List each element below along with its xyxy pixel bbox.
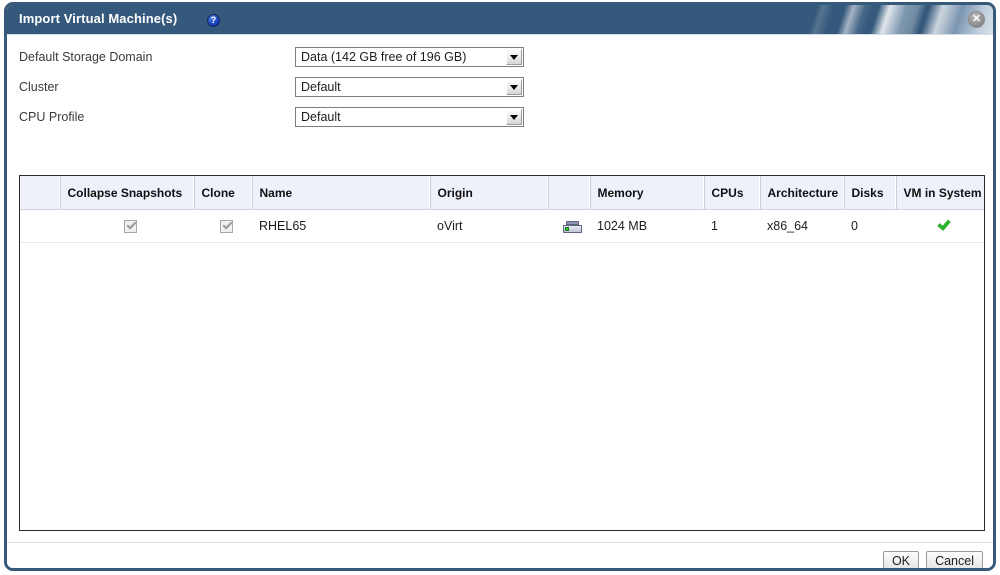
cell-clone[interactable] xyxy=(194,210,252,243)
dialog-titlebar: Import Virtual Machine(s) ? ✕ xyxy=(7,5,993,34)
cell-collapse-snapshots[interactable] xyxy=(60,210,194,243)
chevron-down-icon[interactable] xyxy=(506,79,522,95)
server-icon xyxy=(563,221,582,233)
cell-vm-in-system xyxy=(896,210,984,243)
column-header-architecture[interactable]: Architecture xyxy=(760,176,844,210)
column-header-clone[interactable]: Clone xyxy=(194,176,252,210)
dialog-title: Import Virtual Machine(s) xyxy=(19,11,177,26)
label-cluster: Cluster xyxy=(19,80,59,94)
table-row[interactable]: RHEL65 oVirt 1024 MB 1 x86_64 0 xyxy=(20,210,984,243)
ok-button[interactable]: OK xyxy=(883,551,919,571)
cell-cpus: 1 xyxy=(704,210,760,243)
dialog-footer: OK Cancel xyxy=(7,542,993,571)
label-cpu-profile: CPU Profile xyxy=(19,110,84,124)
column-header-collapse-snapshots[interactable]: Collapse Snapshots xyxy=(60,176,194,210)
column-header-vm-in-system[interactable]: VM in System xyxy=(896,176,984,210)
select-default-storage-domain[interactable]: Data (142 GB free of 196 GB) xyxy=(295,47,524,67)
select-cpu-profile-value: Default xyxy=(301,110,341,124)
vm-table: Collapse Snapshots Clone Name Origin Mem… xyxy=(20,176,984,243)
column-header-memory[interactable]: Memory xyxy=(590,176,704,210)
cell-disks: 0 xyxy=(844,210,896,243)
help-icon[interactable]: ? xyxy=(207,14,220,27)
select-default-storage-domain-value: Data (142 GB free of 196 GB) xyxy=(301,50,466,64)
column-header-disks[interactable]: Disks xyxy=(844,176,896,210)
column-header-name[interactable]: Name xyxy=(252,176,430,210)
cell-origin: oVirt xyxy=(430,210,548,243)
vm-table-header-row: Collapse Snapshots Clone Name Origin Mem… xyxy=(20,176,984,210)
label-default-storage-domain: Default Storage Domain xyxy=(19,50,152,64)
close-icon[interactable]: ✕ xyxy=(968,11,985,28)
field-row-cpu-profile: CPU Profile Default xyxy=(7,107,567,129)
clone-checkbox[interactable] xyxy=(220,220,233,233)
select-cluster-value: Default xyxy=(301,80,341,94)
titlebar-decoration xyxy=(723,5,993,34)
green-check-icon xyxy=(936,219,951,233)
select-cpu-profile[interactable]: Default xyxy=(295,107,524,127)
cell-architecture: x86_64 xyxy=(760,210,844,243)
column-header-type[interactable] xyxy=(548,176,590,210)
select-cluster[interactable]: Default xyxy=(295,77,524,97)
cell-memory: 1024 MB xyxy=(590,210,704,243)
vm-table-container: Collapse Snapshots Clone Name Origin Mem… xyxy=(19,175,985,531)
dialog-body: Default Storage Domain Data (142 GB free… xyxy=(7,34,993,542)
cell-type xyxy=(548,210,590,243)
column-header-origin[interactable]: Origin xyxy=(430,176,548,210)
column-header-select[interactable] xyxy=(20,176,60,210)
field-row-cluster: Cluster Default xyxy=(7,77,567,99)
chevron-down-icon[interactable] xyxy=(506,109,522,125)
collapse-snapshots-checkbox[interactable] xyxy=(124,220,137,233)
chevron-down-icon[interactable] xyxy=(506,49,522,65)
cell-select xyxy=(20,210,60,243)
field-row-default-storage-domain: Default Storage Domain Data (142 GB free… xyxy=(7,47,567,69)
cancel-button[interactable]: Cancel xyxy=(926,551,983,571)
import-vm-dialog: Import Virtual Machine(s) ? ✕ Default St… xyxy=(4,2,996,571)
cell-name: RHEL65 xyxy=(252,210,430,243)
column-header-cpus[interactable]: CPUs xyxy=(704,176,760,210)
